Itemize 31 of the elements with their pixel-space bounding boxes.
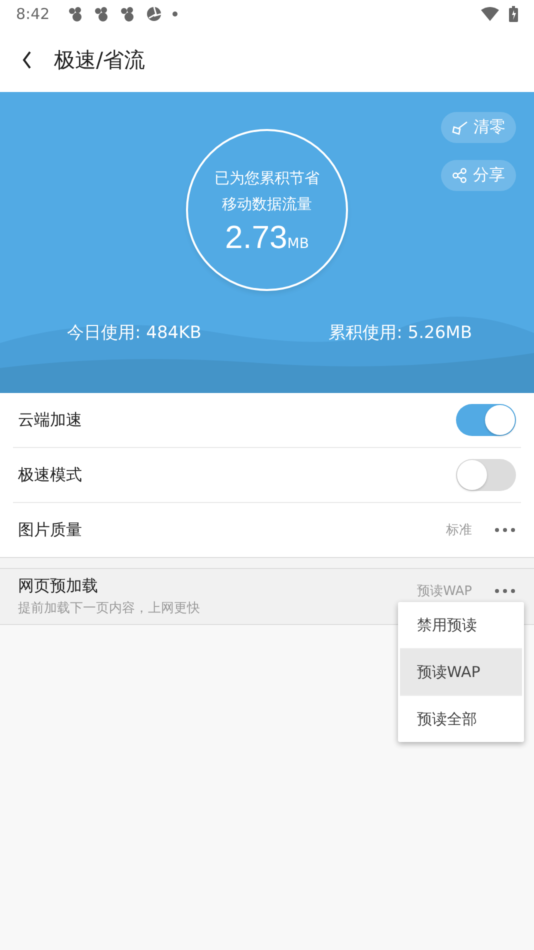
page-title: 极速/省流 — [54, 47, 146, 74]
aperture-icon — [146, 6, 162, 22]
usage-stat: 今日使用: 484KB — [67, 322, 202, 344]
usage-stat: 累积使用: 5.26MB — [328, 322, 472, 344]
paw-icon — [94, 6, 110, 22]
setting-label: 图片质量 — [18, 520, 83, 540]
savings-caption: 已为您累积节省 — [214, 168, 320, 188]
share-icon — [452, 168, 467, 183]
toggle-switch[interactable] — [456, 459, 516, 491]
setting-value: 标准 — [446, 522, 472, 539]
more-icon[interactable] — [494, 527, 516, 533]
setting-label: 极速模式 — [18, 464, 83, 486]
savings-unit: MB — [287, 236, 309, 252]
paw-icon — [68, 6, 84, 22]
wifi-icon — [481, 7, 499, 21]
back-icon[interactable] — [22, 51, 32, 69]
setting-description: 提前加载下一页内容，上网更快 — [18, 600, 201, 617]
savings-amount: 2.73 — [225, 218, 288, 256]
setting-value: 预读WAP — [417, 582, 472, 600]
setting-label: 云端加速 — [18, 410, 83, 430]
toggle-switch[interactable] — [456, 404, 516, 436]
setting-label: 网页预加载 — [18, 576, 99, 597]
menu-item[interactable]: 预读WAP — [400, 648, 522, 695]
more-icon[interactable] — [494, 588, 516, 594]
broom-icon — [452, 120, 468, 134]
menu-item[interactable]: 预读全部 — [400, 695, 522, 742]
savings-caption: 移动数据流量 — [222, 194, 312, 214]
status-time: 8:42 — [16, 5, 50, 23]
dot-icon — [172, 11, 178, 17]
battery-icon — [509, 6, 518, 22]
paw-icon — [120, 6, 136, 22]
